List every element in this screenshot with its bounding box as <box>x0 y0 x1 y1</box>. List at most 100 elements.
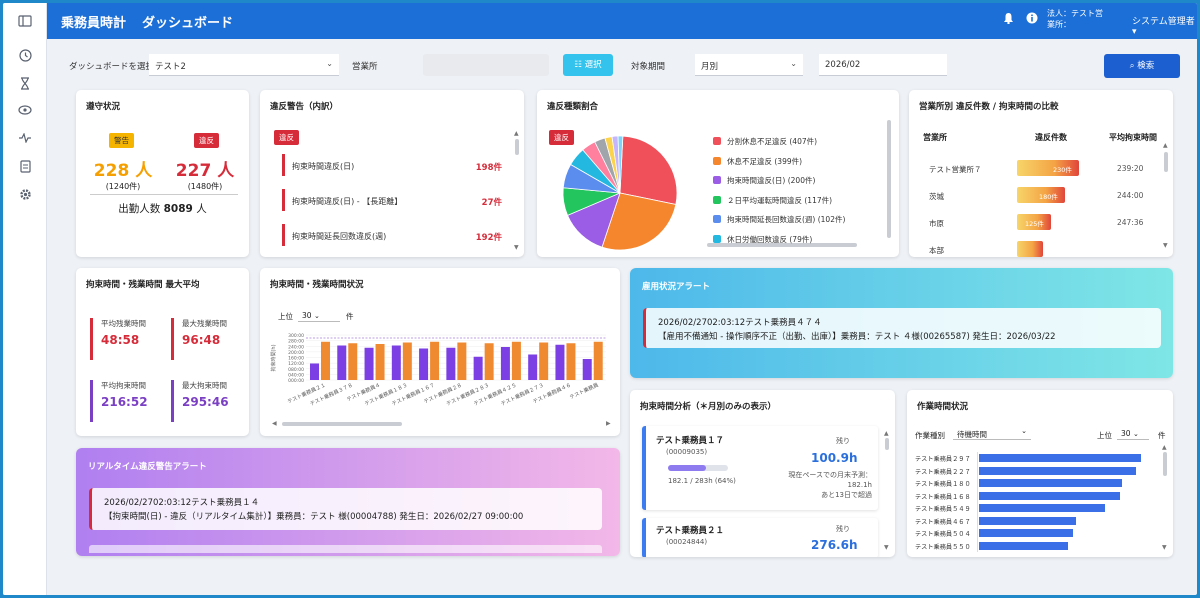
breakdown-row-label: 拘束時間延長回数違反(週) <box>292 232 387 241</box>
bar-series-2[interactable] <box>593 341 603 380</box>
work-bar[interactable] <box>979 479 1122 487</box>
office-count: 125件 <box>1025 220 1044 228</box>
legend-swatch <box>713 215 721 223</box>
bar-series-2[interactable] <box>539 342 549 381</box>
work-bar[interactable] <box>979 454 1141 462</box>
office-name: 本部 <box>929 246 944 255</box>
gear-icon[interactable] <box>15 184 35 204</box>
bar-series-2[interactable] <box>402 342 412 381</box>
employment-alert-item[interactable]: 2026/02/2702:03:12テスト乗務員４７４ 【雇用不備通知 - 操作… <box>643 308 1161 348</box>
scrollbar[interactable] <box>1163 452 1167 476</box>
bar-series-1[interactable] <box>582 359 592 380</box>
analysis-item[interactable]: テスト乗務員１７ (00009035) 残り 100.9h 182.1 / 28… <box>642 426 878 510</box>
scroll-up-icon[interactable]: ▲ <box>884 430 889 437</box>
bar-series-2[interactable] <box>348 343 358 380</box>
period-value-input[interactable]: 2026/02 <box>819 54 947 76</box>
bar-series-1[interactable] <box>337 345 347 381</box>
bar-series-1[interactable] <box>419 348 429 381</box>
info-icon[interactable] <box>1026 12 1038 27</box>
bar-series-2[interactable] <box>321 341 330 380</box>
red-marker <box>282 154 285 176</box>
breakdown-row-count: 198件 <box>475 163 502 173</box>
period-type-select[interactable]: 月別 ⌄ <box>695 54 803 76</box>
top-select[interactable]: 30 ⌄ <box>298 306 340 322</box>
scrollbar[interactable] <box>1164 152 1168 172</box>
analysis-item[interactable]: テスト乗務員２１ (00024844) 残り 276.6h <box>642 518 878 557</box>
top-select[interactable]: 30 ⌄ <box>1117 424 1149 440</box>
bar-series-1[interactable] <box>446 347 456 380</box>
office-count: 180件 <box>1039 193 1058 201</box>
work-row-label: テスト乗務員１８０ <box>915 481 971 488</box>
work-bar[interactable] <box>979 491 1120 500</box>
dashboard-select-label: ダッシュボードを選択 <box>69 62 155 72</box>
clock-icon[interactable] <box>15 45 35 65</box>
work-row-label: テスト乗務員２９７ <box>915 456 971 463</box>
pie-slice[interactable] <box>619 135 678 205</box>
legend-item[interactable]: 分割休息不足違反 (407件) <box>713 136 817 147</box>
work-bar[interactable] <box>979 516 1076 525</box>
scroll-down-icon[interactable]: ▼ <box>1163 242 1168 249</box>
bar-series-1[interactable] <box>364 347 374 380</box>
bar-series-1[interactable] <box>555 344 565 380</box>
bar-series-2[interactable] <box>566 343 576 380</box>
chevron-down-icon: ⌄ <box>326 59 333 68</box>
pulse-icon[interactable] <box>15 128 35 148</box>
hourglass-icon[interactable] <box>15 73 35 93</box>
legend-item[interactable]: 休息不足違反 (399件) <box>713 156 802 167</box>
x-tick-label: テスト乗務員 <box>568 381 600 401</box>
scroll-up-icon[interactable]: ▲ <box>514 130 519 137</box>
bar-series-1[interactable] <box>310 363 319 381</box>
work-row-label: テスト乗務員１６８ <box>915 493 971 501</box>
h-scrollbar[interactable] <box>282 422 402 426</box>
legend-item[interactable]: ２日平均運転時間違反 (117件) <box>713 195 832 206</box>
scroll-down-icon[interactable]: ▼ <box>1162 544 1167 551</box>
scrollbar[interactable] <box>515 139 519 155</box>
user-menu[interactable]: システム管理者 ▾ <box>1132 14 1197 37</box>
bar-series-2[interactable] <box>430 341 440 380</box>
bar-series-2[interactable] <box>511 341 521 380</box>
realtime-alert-item[interactable]: 2026/02/2702:03:12テスト乗務員１４ 【拘束時間(日) - 違反… <box>89 488 602 530</box>
work-type-select[interactable]: 待機時間 ⌄ <box>953 424 1031 440</box>
work-bar[interactable] <box>979 504 1105 512</box>
bar-series-1[interactable] <box>500 347 510 380</box>
scrollbar[interactable] <box>885 438 889 450</box>
bar-series-1[interactable] <box>473 356 483 380</box>
legend-swatch <box>713 195 721 204</box>
legend-item[interactable]: 休日労働回数違反 (79件) <box>713 234 812 245</box>
document-icon[interactable] <box>15 156 35 176</box>
scroll-left-icon[interactable]: ◀ <box>272 420 277 427</box>
scroll-up-icon[interactable]: ▲ <box>1162 444 1167 451</box>
work-bar[interactable] <box>979 529 1073 537</box>
kpi-box: 最大残業時間 96:48 <box>171 318 227 360</box>
scroll-down-icon[interactable]: ▼ <box>514 244 519 251</box>
scroll-down-icon[interactable]: ▼ <box>884 544 889 551</box>
col-office: 営業所 <box>923 133 947 142</box>
bar-series-2[interactable] <box>484 343 494 380</box>
work-bar[interactable] <box>979 541 1068 550</box>
scroll-up-icon[interactable]: ▲ <box>1163 142 1168 149</box>
legend-item[interactable]: 拘束時間違反(日) (200件) <box>713 175 815 186</box>
bell-icon[interactable] <box>1003 12 1014 27</box>
y-tick-label: 040:00 <box>288 372 304 378</box>
y-tick-label: 240:00 <box>288 344 304 350</box>
top-header: 乗務員時計 ダッシュボード 法人：テスト営 業所： システム管理者 ▾ <box>47 3 1197 39</box>
office-field[interactable] <box>423 54 549 76</box>
work-bar[interactable] <box>979 466 1136 475</box>
bar-series-1[interactable] <box>391 345 401 381</box>
realtime-alert-card: リアルタイム違反警告アラート 2026/02/2702:03:12テスト乗務員１… <box>76 448 620 556</box>
select-office-button[interactable]: ☷ 選択 <box>563 54 613 76</box>
chevron-down-icon: ▾ <box>1132 27 1137 37</box>
bar-series-1[interactable] <box>528 354 538 381</box>
search-button[interactable]: ⌕ 検索 <box>1104 54 1180 78</box>
dashboard-select[interactable]: テスト2 ⌄ <box>149 54 339 76</box>
legend-item[interactable]: 拘束時間延長回数違反(週) (102件) <box>713 214 845 225</box>
panel-toggle-icon[interactable] <box>15 11 35 31</box>
card-title: 違反警告（内訳） <box>270 102 339 112</box>
x-tick-label: テスト乗務員３７８ <box>308 381 354 408</box>
scroll-right-icon[interactable]: ▶ <box>606 420 611 427</box>
breakdown-row-count: 27件 <box>481 198 502 208</box>
bar-series-2[interactable] <box>457 342 467 381</box>
bar-series-2[interactable] <box>375 344 385 380</box>
eye-icon[interactable] <box>15 100 35 120</box>
scrollbar[interactable] <box>887 120 891 238</box>
